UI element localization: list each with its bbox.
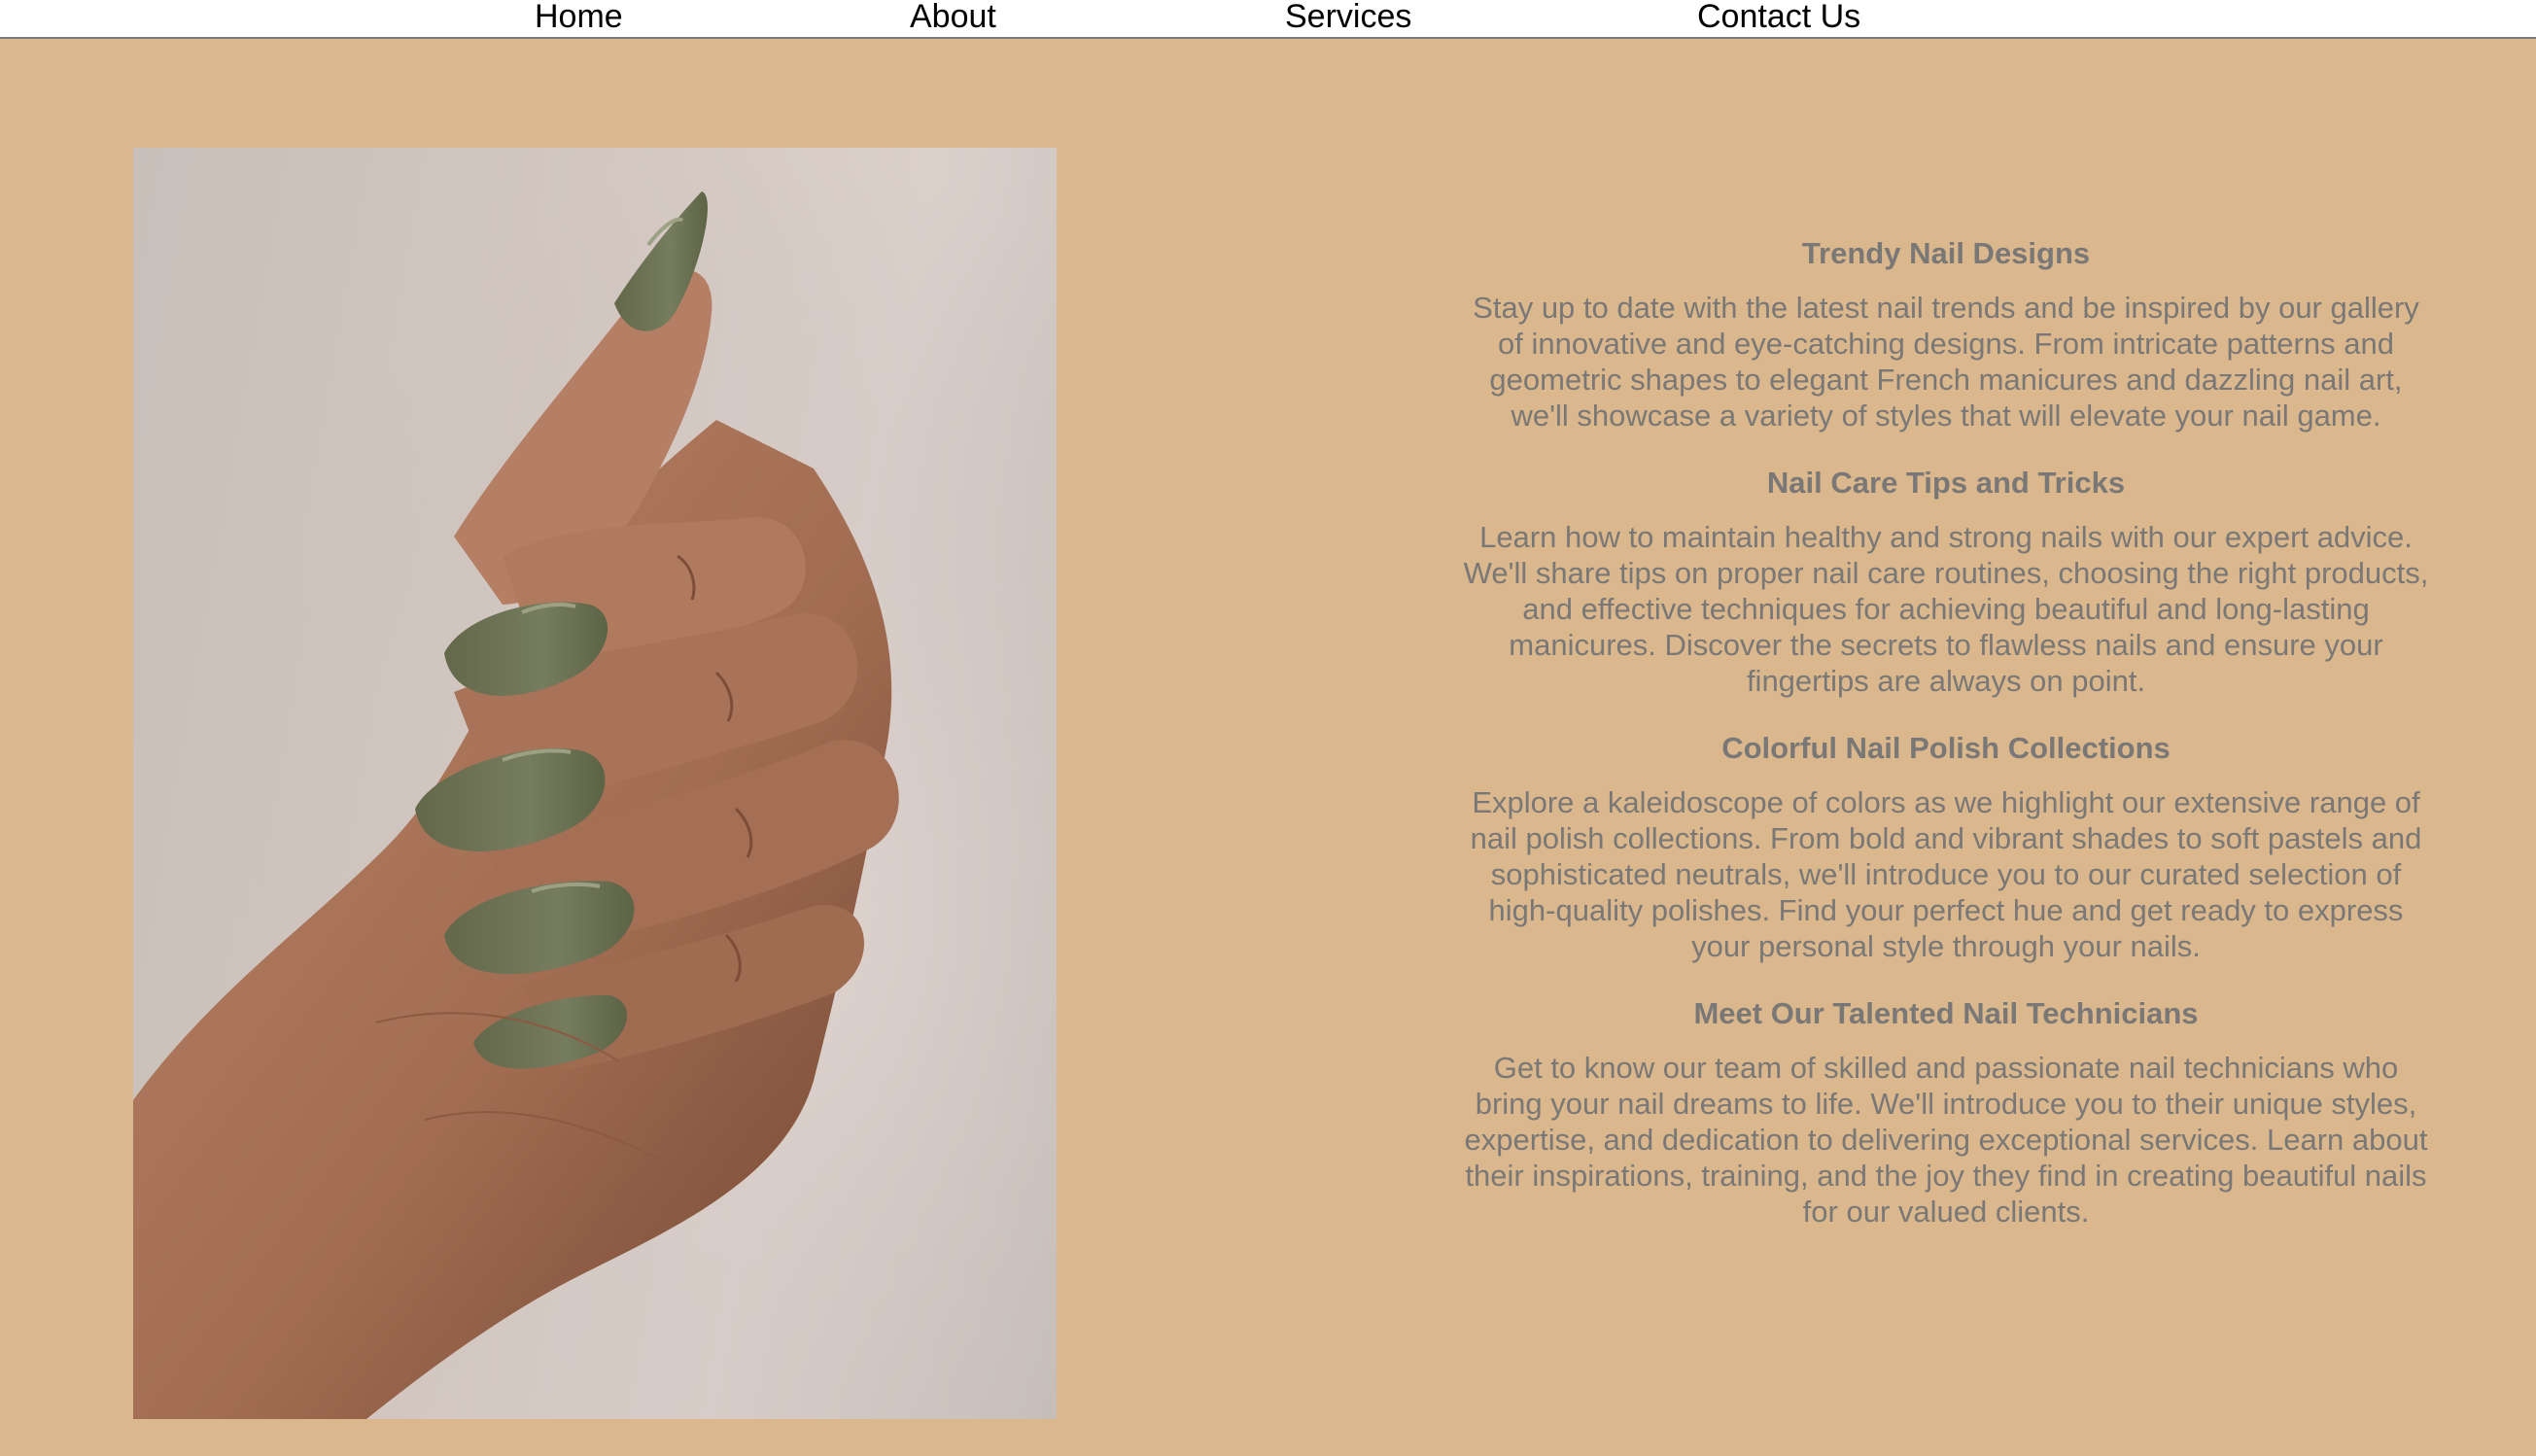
section-heading: Trendy Nail Designs <box>1801 236 2091 270</box>
section-body: Stay up to date with the latest nail tre… <box>1473 291 2419 433</box>
hand-illustration-icon <box>133 148 1057 1419</box>
section-heading: Colorful Nail Polish Collections <box>1721 731 2171 765</box>
nav-link-services[interactable]: Services <box>1285 0 1411 33</box>
article-content: Trendy Nail Designs Stay up to date with… <box>1458 235 2434 1261</box>
section-heading: Meet Our Talented Nail Technicians <box>1693 996 2199 1030</box>
section-body: Get to know our team of skilled and pass… <box>1464 1051 2428 1229</box>
nav-link-home[interactable]: Home <box>535 0 623 33</box>
nav-link-contact-us[interactable]: Contact Us <box>1697 0 1860 33</box>
section-heading: Nail Care Tips and Tricks <box>1766 466 2126 500</box>
section-trendy-nail-designs: Trendy Nail Designs Stay up to date with… <box>1458 235 2434 433</box>
section-body: Learn how to maintain healthy and strong… <box>1463 520 2429 698</box>
section-nail-polish-collections: Colorful Nail Polish Collections Explore… <box>1458 730 2434 964</box>
manicured-hand-photo <box>133 148 1057 1419</box>
section-nail-care-tips: Nail Care Tips and Tricks Learn how to m… <box>1458 465 2434 699</box>
section-nail-technicians: Meet Our Talented Nail Technicians Get t… <box>1458 995 2434 1230</box>
section-body: Explore a kaleidoscope of colors as we h… <box>1470 785 2422 963</box>
top-navigation: Home About Services Contact Us <box>0 0 2536 39</box>
nav-link-about[interactable]: About <box>910 0 996 33</box>
